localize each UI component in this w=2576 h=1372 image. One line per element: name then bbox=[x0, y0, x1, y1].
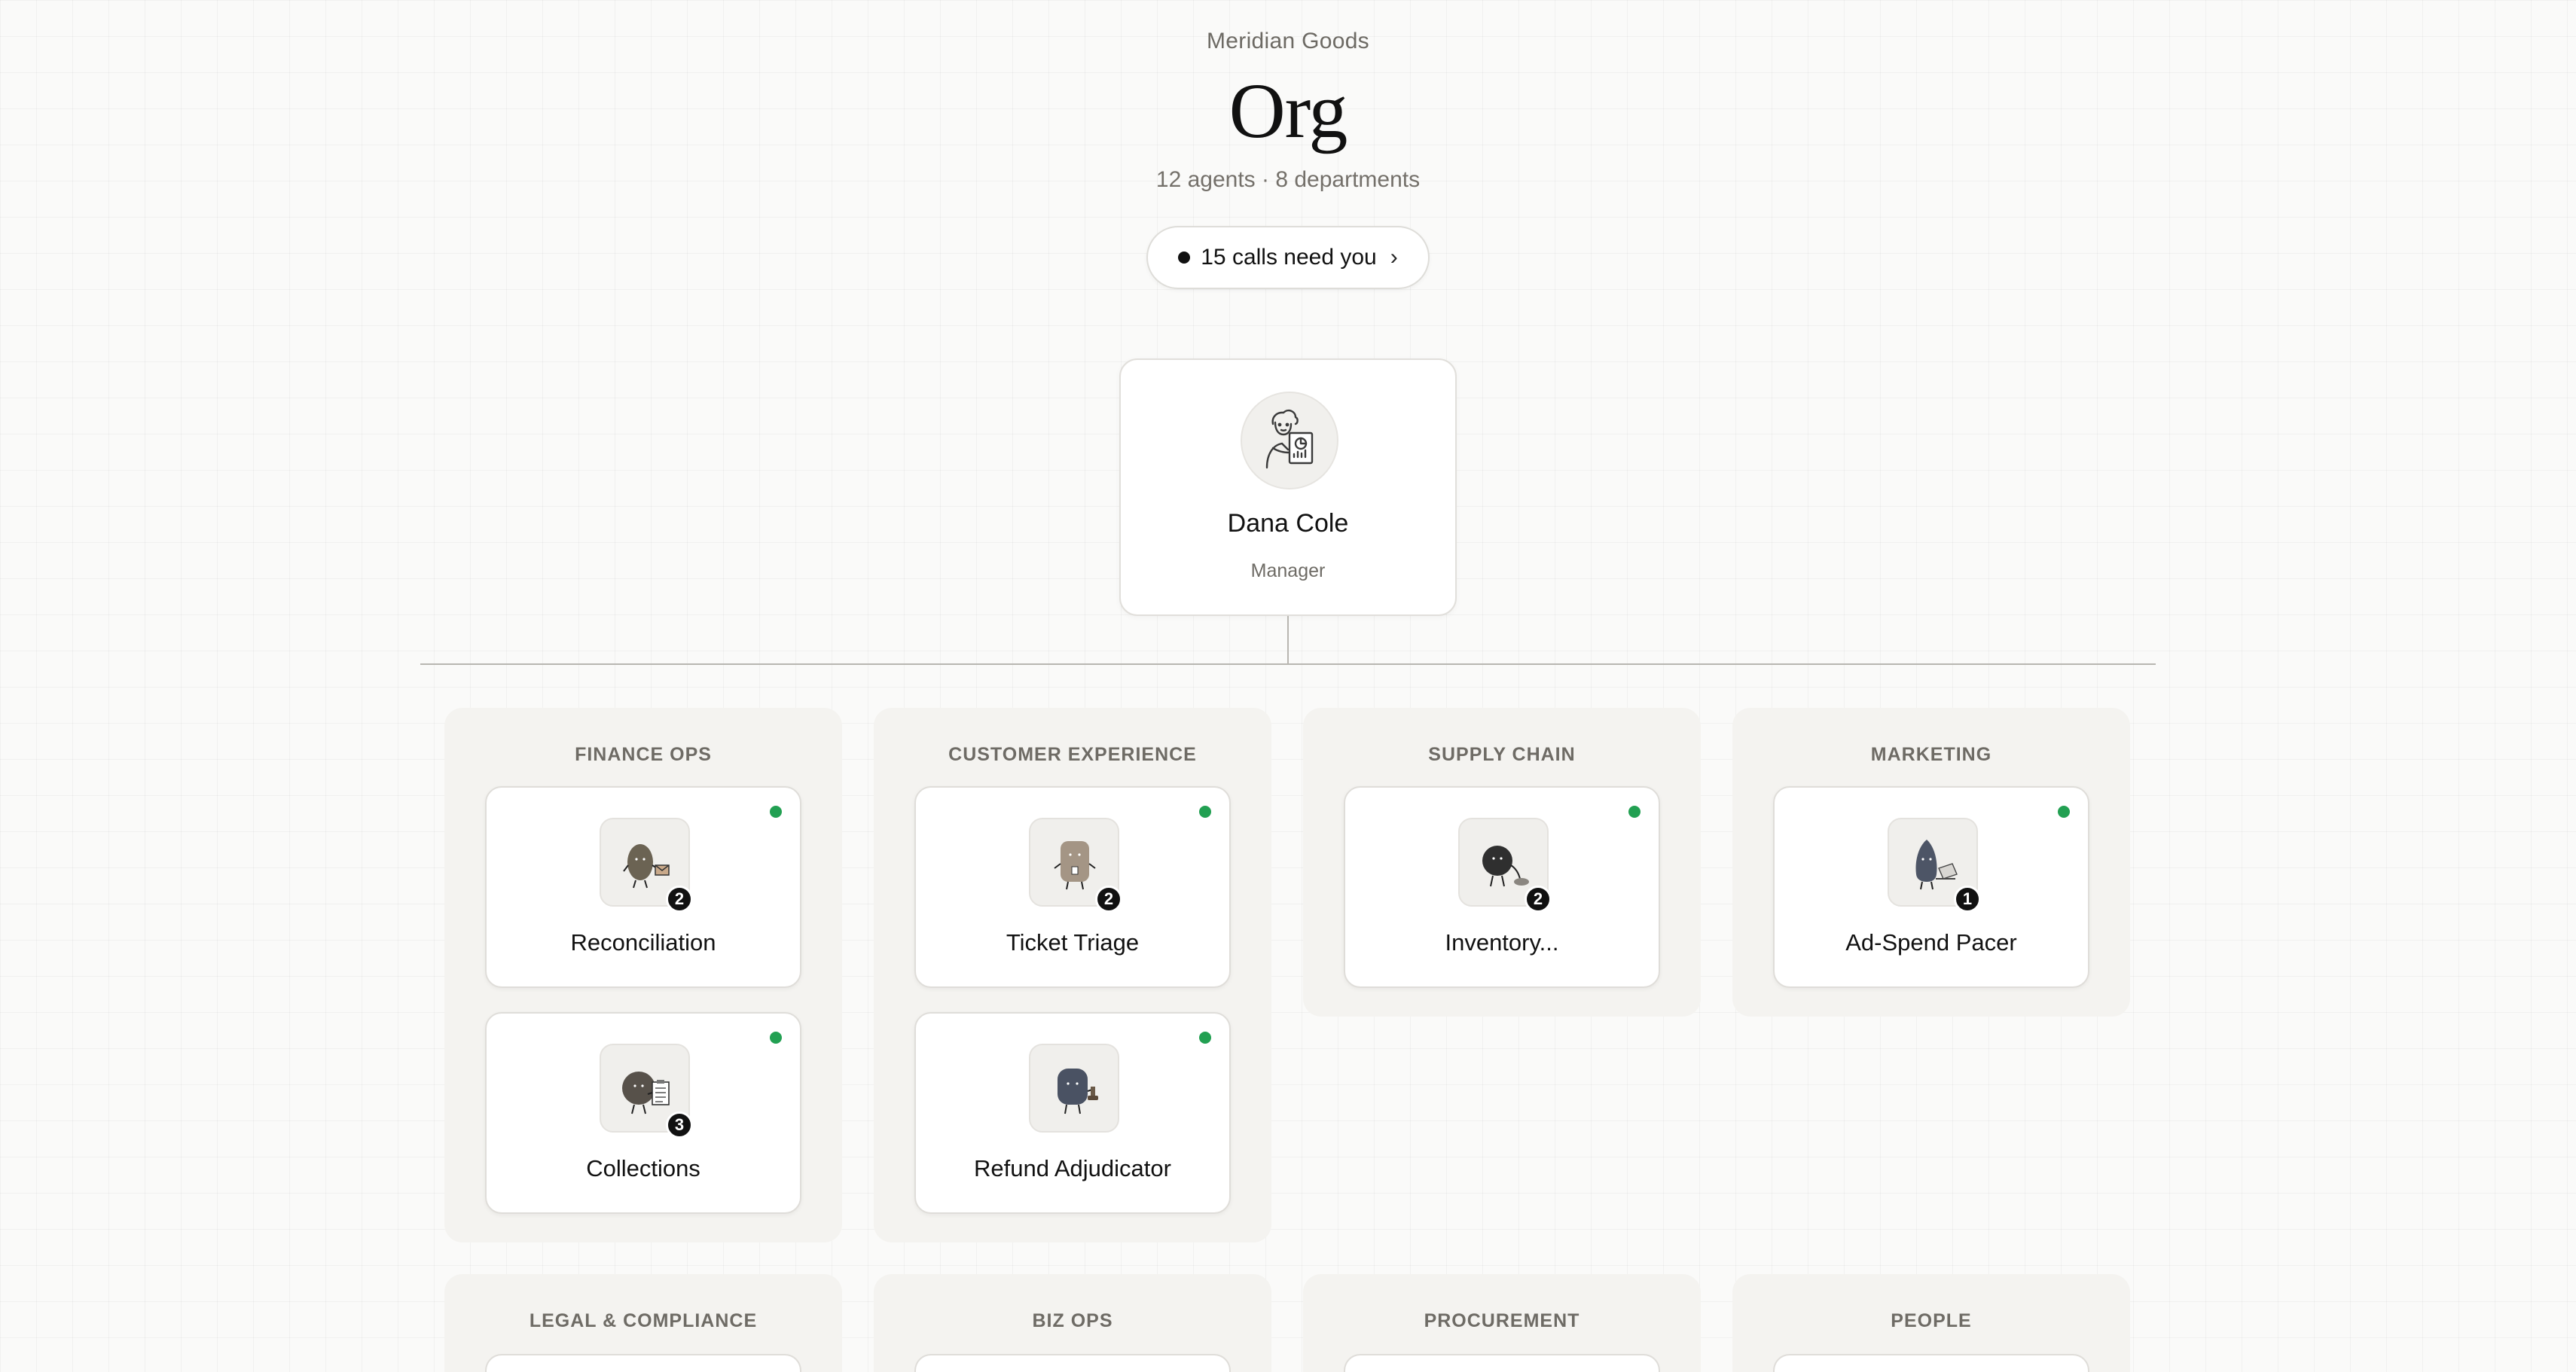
status-active-icon bbox=[2058, 806, 2070, 818]
status-active-icon bbox=[770, 1032, 782, 1044]
dept-customer-experience: CUSTOMER EXPERIENCE 2 Ticket Triage Refu… bbox=[874, 708, 1271, 1242]
manager-avatar bbox=[1241, 392, 1338, 489]
agent-card-inventory[interactable]: 2 Inventory... bbox=[1344, 786, 1660, 988]
agent-card[interactable] bbox=[1344, 1354, 1660, 1372]
agent-card-ticket-triage[interactable]: 2 Ticket Triage bbox=[914, 786, 1231, 988]
dept-title: LEGAL & COMPLIANCE bbox=[529, 1310, 758, 1331]
org-connector-horizontal bbox=[420, 663, 2156, 665]
envelope-agent-icon bbox=[623, 844, 670, 889]
agent-name: Ad-Spend Pacer bbox=[1845, 929, 2017, 956]
page-title: Org bbox=[1228, 68, 1348, 154]
manager-role: Manager bbox=[1250, 560, 1326, 581]
org-connector-vertical bbox=[1287, 616, 1289, 664]
laptop-agent-icon bbox=[1915, 840, 1958, 890]
agent-badge: 2 bbox=[1095, 886, 1122, 913]
org-summary: 12 agents · 8 departments bbox=[1155, 167, 1421, 192]
manager-card[interactable]: Dana Cole Manager bbox=[1119, 358, 1457, 616]
dept-title: BIZ OPS bbox=[1032, 1310, 1113, 1331]
agent-name: Ticket Triage bbox=[1006, 929, 1140, 956]
agent-card[interactable] bbox=[485, 1354, 801, 1372]
agent-card-reconciliation[interactable]: 2 Reconciliation bbox=[485, 786, 801, 988]
calls-need-you-button[interactable]: 15 calls need you › bbox=[1146, 226, 1430, 289]
agent-card[interactable] bbox=[914, 1354, 1231, 1372]
agent-name: Inventory... bbox=[1445, 929, 1559, 956]
agent-badge: 2 bbox=[1525, 886, 1552, 913]
agent-name: Collections bbox=[586, 1155, 700, 1181]
status-active-icon bbox=[1199, 806, 1211, 818]
dept-title: MARKETING bbox=[1870, 744, 1992, 765]
status-active-icon bbox=[1628, 806, 1641, 818]
manager-name: Dana Cole bbox=[1227, 509, 1349, 538]
dept-title: CUSTOMER EXPERIENCE bbox=[948, 744, 1197, 765]
dept-procurement: PROCUREMENT bbox=[1303, 1274, 1701, 1372]
dept-finance-ops: FINANCE OPS 2 Reconciliation 3 Collectio… bbox=[444, 708, 842, 1242]
dept-title: SUPPLY CHAIN bbox=[1428, 744, 1576, 765]
dept-title: PEOPLE bbox=[1891, 1310, 1972, 1331]
presenter-avatar-icon bbox=[1265, 409, 1314, 469]
agent-card[interactable] bbox=[1773, 1354, 2089, 1372]
calls-need-you-label: 15 calls need you bbox=[1201, 245, 1377, 270]
agent-card-collections[interactable]: 3 Collections bbox=[485, 1012, 801, 1214]
box-agent-icon bbox=[1482, 846, 1529, 887]
dept-supply-chain: SUPPLY CHAIN 2 Inventory... bbox=[1303, 708, 1701, 1017]
agent-card-refund-adjudicator[interactable]: Refund Adjudicator bbox=[914, 1012, 1231, 1214]
dept-people: PEOPLE bbox=[1732, 1274, 2130, 1372]
stamp-agent-icon bbox=[1058, 1069, 1098, 1114]
dept-legal-compliance: LEGAL & COMPLIANCE bbox=[444, 1274, 842, 1372]
agent-name: Refund Adjudicator bbox=[974, 1155, 1171, 1181]
dept-biz-ops: BIZ OPS bbox=[874, 1274, 1271, 1372]
agent-avatar bbox=[1029, 1044, 1119, 1133]
dept-marketing: MARKETING 1 Ad-Spend Pacer bbox=[1732, 708, 2130, 1017]
agent-name: Reconciliation bbox=[570, 929, 716, 956]
dept-title: FINANCE OPS bbox=[575, 744, 712, 765]
chevron-right-icon: › bbox=[1390, 245, 1398, 270]
agent-card-ad-spend-pacer[interactable]: 1 Ad-Spend Pacer bbox=[1773, 786, 2089, 988]
status-active-icon bbox=[770, 806, 782, 818]
agent-badge: 3 bbox=[666, 1111, 693, 1139]
agent-badge: 1 bbox=[1954, 886, 1981, 913]
clipboard-agent-icon bbox=[622, 1072, 670, 1114]
org-name: Meridian Goods bbox=[1207, 29, 1369, 53]
badge-agent-icon bbox=[1054, 841, 1096, 890]
dept-title: PROCUREMENT bbox=[1424, 1310, 1580, 1331]
status-active-icon bbox=[1199, 1032, 1211, 1044]
agent-badge: 2 bbox=[666, 886, 693, 913]
alert-dot-icon bbox=[1178, 252, 1191, 264]
